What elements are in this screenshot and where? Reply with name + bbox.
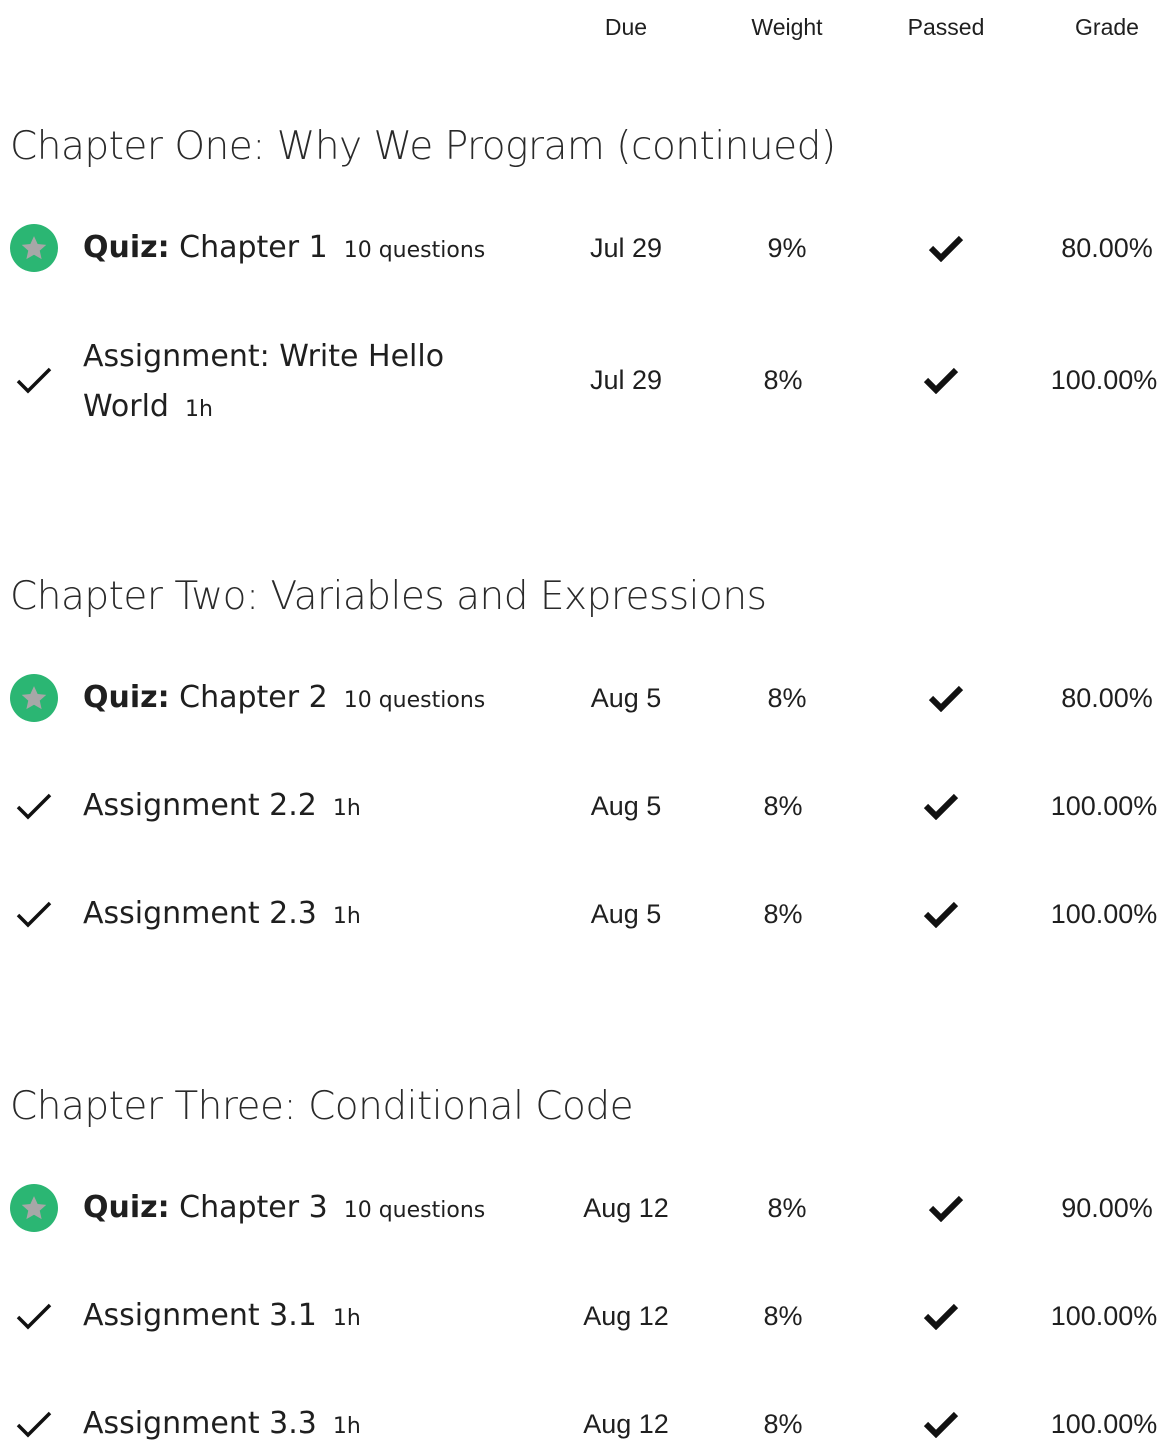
quiz-badge	[10, 1184, 58, 1232]
item-type-label: Quiz:	[83, 680, 170, 715]
completed-status	[10, 1400, 58, 1441]
item-title-link[interactable]: Assignment 2.3 1h	[83, 890, 361, 941]
due-date: Jul 29	[589, 365, 663, 395]
column-header-due[interactable]: Due	[546, 14, 706, 41]
grade-value: 100.00%	[1050, 365, 1158, 395]
quiz-badge	[10, 674, 58, 722]
weight-value: 8%	[763, 365, 803, 395]
checkmark-icon	[16, 793, 52, 820]
due-date: Aug 12	[583, 1193, 669, 1223]
item-type-label: Quiz:	[83, 230, 170, 265]
item-meta: 1h	[332, 904, 361, 929]
passed-cell	[861, 1400, 1021, 1441]
item-meta: 10 questions	[343, 688, 486, 713]
item-meta: 1h	[184, 397, 213, 422]
star-icon	[21, 1196, 47, 1220]
item-meta: 10 questions	[343, 238, 486, 263]
quiz-badge	[10, 224, 58, 272]
weight-value: 8%	[763, 1409, 803, 1439]
item-name: Assignment 3.1	[83, 1298, 317, 1333]
due-date: Jul 29	[589, 233, 663, 263]
item-title-link[interactable]: Quiz: Chapter 2 10 questions	[83, 674, 485, 725]
item-type-label: Quiz:	[83, 1190, 170, 1225]
item-title-link[interactable]: Assignment 3.1 1h	[83, 1292, 361, 1343]
due-date: Aug 5	[590, 791, 662, 821]
passed-checkmark-icon	[923, 793, 959, 820]
item-title-link[interactable]: Quiz: Chapter 3 10 questions	[83, 1184, 485, 1235]
item-name: Assignment 2.2	[83, 788, 317, 823]
passed-cell	[861, 890, 1021, 938]
passed-checkmark-icon	[923, 1303, 959, 1330]
item-meta: 1h	[332, 1306, 361, 1331]
passed-checkmark-icon	[928, 685, 964, 712]
grade-value: 100.00%	[1050, 899, 1158, 929]
passed-checkmark-icon	[923, 1411, 959, 1438]
chapter-title: Chapter One: Why We Program (continued)	[10, 124, 836, 169]
chapter-title: Chapter Three: Conditional Code	[10, 1084, 634, 1129]
completed-status	[10, 782, 58, 830]
item-name: Assignment: Write Hello World	[83, 339, 445, 424]
passed-checkmark-icon	[928, 1195, 964, 1222]
item-meta: 10 questions	[343, 1198, 486, 1223]
passed-checkmark-icon	[928, 235, 964, 262]
due-date: Aug 12	[583, 1301, 669, 1331]
grade-value: 100.00%	[1050, 1301, 1158, 1331]
checkmark-icon	[16, 901, 52, 928]
grade-value: 90.00%	[1061, 1193, 1153, 1223]
weight-value: 8%	[763, 791, 803, 821]
weight-value: 8%	[767, 1193, 807, 1223]
item-title-link[interactable]: Assignment 3.3 1h	[83, 1400, 361, 1441]
column-header-weight[interactable]: Weight	[707, 14, 867, 41]
star-icon	[21, 236, 47, 260]
column-header-passed[interactable]: Passed	[866, 14, 1026, 41]
item-title-link[interactable]: Quiz: Chapter 1 10 questions	[83, 224, 485, 275]
item-name: Assignment 3.3	[83, 1406, 317, 1441]
due-date: Aug 12	[583, 1409, 669, 1439]
weight-value: 9%	[767, 233, 807, 263]
checkmark-icon	[16, 1411, 52, 1438]
item-name: Chapter 1	[179, 230, 328, 265]
passed-cell	[861, 356, 1021, 404]
column-header-grade[interactable]: Grade	[1027, 14, 1159, 41]
passed-checkmark-icon	[923, 367, 959, 394]
passed-checkmark-icon	[923, 901, 959, 928]
due-date: Aug 5	[590, 683, 662, 713]
grade-value: 80.00%	[1061, 683, 1153, 713]
weight-value: 8%	[767, 683, 807, 713]
passed-cell	[861, 1292, 1021, 1340]
item-name: Chapter 2	[179, 680, 328, 715]
checkmark-icon	[16, 1303, 52, 1330]
grade-value: 100.00%	[1050, 791, 1158, 821]
weight-value: 8%	[763, 1301, 803, 1331]
passed-cell	[866, 224, 1026, 272]
completed-status	[10, 1292, 58, 1340]
item-title-link[interactable]: Assignment 2.2 1h	[83, 782, 361, 833]
completed-status	[10, 890, 58, 938]
star-icon	[21, 686, 47, 710]
item-title-link[interactable]: Assignment: Write Hello World 1h	[83, 332, 503, 435]
grade-value: 100.00%	[1050, 1409, 1158, 1439]
item-meta: 1h	[332, 796, 361, 821]
item-name: Assignment 2.3	[83, 896, 317, 931]
item-name: Chapter 3	[179, 1190, 328, 1225]
completed-status	[10, 356, 58, 404]
passed-cell	[861, 782, 1021, 830]
chapter-title: Chapter Two: Variables and Expressions	[10, 574, 767, 619]
passed-cell	[866, 1184, 1026, 1232]
weight-value: 8%	[763, 899, 803, 929]
item-meta: 1h	[332, 1414, 361, 1439]
due-date: Aug 5	[590, 899, 662, 929]
grade-value: 80.00%	[1061, 233, 1153, 263]
grades-page: Due Weight Passed Grade Chapter One: Why…	[0, 0, 1159, 1441]
passed-cell	[866, 674, 1026, 722]
checkmark-icon	[16, 367, 52, 394]
